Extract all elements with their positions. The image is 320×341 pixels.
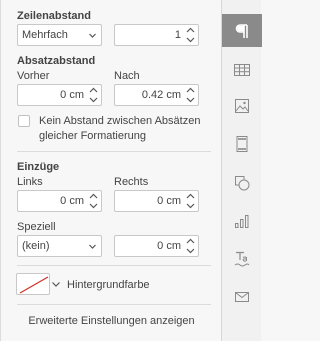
tab-image[interactable]	[222, 89, 262, 122]
spin-down-icon[interactable]	[186, 36, 195, 43]
no-spacing-checkbox[interactable]	[18, 115, 30, 127]
image-icon	[235, 99, 249, 113]
right-indent-spinner[interactable]: 0 cm	[114, 190, 199, 212]
background-color-label: Hintergrundfarbe	[67, 279, 150, 291]
spin-down-icon[interactable]	[186, 202, 195, 209]
special-indent-amount-spinner[interactable]: 0 cm	[114, 235, 199, 257]
spin-up-icon[interactable]	[89, 193, 98, 200]
line-spacing-type-select[interactable]: Mehrfach	[17, 24, 102, 46]
spin-down-icon[interactable]	[186, 96, 195, 103]
spin-up-icon[interactable]	[186, 27, 195, 34]
mail-merge-icon	[235, 292, 249, 302]
tab-header-footer[interactable]	[222, 127, 262, 160]
left-indent-label: Links	[17, 176, 43, 188]
spacing-before-spinner[interactable]: 0 cm	[17, 84, 102, 106]
special-indent-value: (kein)	[22, 240, 50, 252]
paragraph-settings-panel: Zeilenabstand Mehrfach 1 Absatzabstand V…	[0, 0, 221, 341]
indents-title: Einzüge	[17, 161, 60, 173]
divider	[17, 151, 211, 152]
chevron-down-icon	[89, 33, 96, 38]
spin-down-icon[interactable]	[89, 202, 98, 209]
paragraph-icon	[235, 24, 248, 38]
divider	[17, 265, 211, 266]
special-indent-amount-value: 0 cm	[157, 240, 181, 252]
tab-shape[interactable]	[222, 166, 262, 199]
no-fill-icon	[19, 276, 49, 294]
chevron-down-icon	[52, 282, 60, 287]
special-indent-select[interactable]: (kein)	[17, 235, 102, 257]
no-color-swatch	[16, 273, 50, 295]
after-label: Nach	[114, 70, 140, 82]
spacing-after-spinner[interactable]: 0.42 cm	[114, 84, 199, 106]
spin-down-icon[interactable]	[186, 247, 195, 254]
line-spacing-title: Zeilenabstand	[17, 10, 91, 22]
spin-up-icon[interactable]	[89, 87, 98, 94]
spacing-after-value: 0.42 cm	[141, 89, 181, 101]
special-indent-label: Speziell	[17, 221, 56, 233]
tab-table[interactable]	[222, 53, 262, 86]
line-spacing-amount-spinner[interactable]: 1	[114, 24, 199, 46]
line-spacing-type-value: Mehrfach	[22, 29, 68, 41]
spin-up-icon[interactable]	[186, 87, 195, 94]
advanced-settings-link[interactable]: Erweiterte Einstellungen anzeigen	[1, 315, 222, 327]
spin-up-icon[interactable]	[186, 193, 195, 200]
shape-icon	[235, 176, 250, 191]
left-indent-spinner[interactable]: 0 cm	[17, 190, 102, 212]
header-footer-icon	[236, 136, 248, 152]
text-art-icon	[234, 251, 250, 267]
before-label: Vorher	[17, 70, 50, 82]
table-icon	[234, 64, 250, 76]
tab-text-art[interactable]	[222, 242, 262, 275]
spacing-before-value: 0 cm	[60, 89, 84, 101]
tab-mail-merge[interactable]	[222, 280, 262, 313]
line-spacing-amount-value: 1	[174, 29, 181, 41]
left-indent-value: 0 cm	[60, 195, 84, 207]
no-spacing-label[interactable]: Kein Abstand zwischen Absätzen gleicher …	[39, 114, 214, 144]
background-color-picker[interactable]	[16, 273, 62, 295]
right-sidebar	[221, 0, 262, 341]
tab-chart[interactable]	[222, 204, 262, 237]
right-indent-value: 0 cm	[157, 195, 181, 207]
chart-icon	[235, 215, 249, 228]
right-indent-label: Rechts	[114, 176, 149, 188]
tab-paragraph[interactable]	[222, 14, 262, 47]
spin-down-icon[interactable]	[89, 96, 98, 103]
spin-up-icon[interactable]	[186, 238, 195, 245]
divider	[17, 304, 211, 305]
paragraph-spacing-title: Absatzabstand	[17, 55, 96, 67]
chevron-down-icon	[89, 244, 96, 249]
